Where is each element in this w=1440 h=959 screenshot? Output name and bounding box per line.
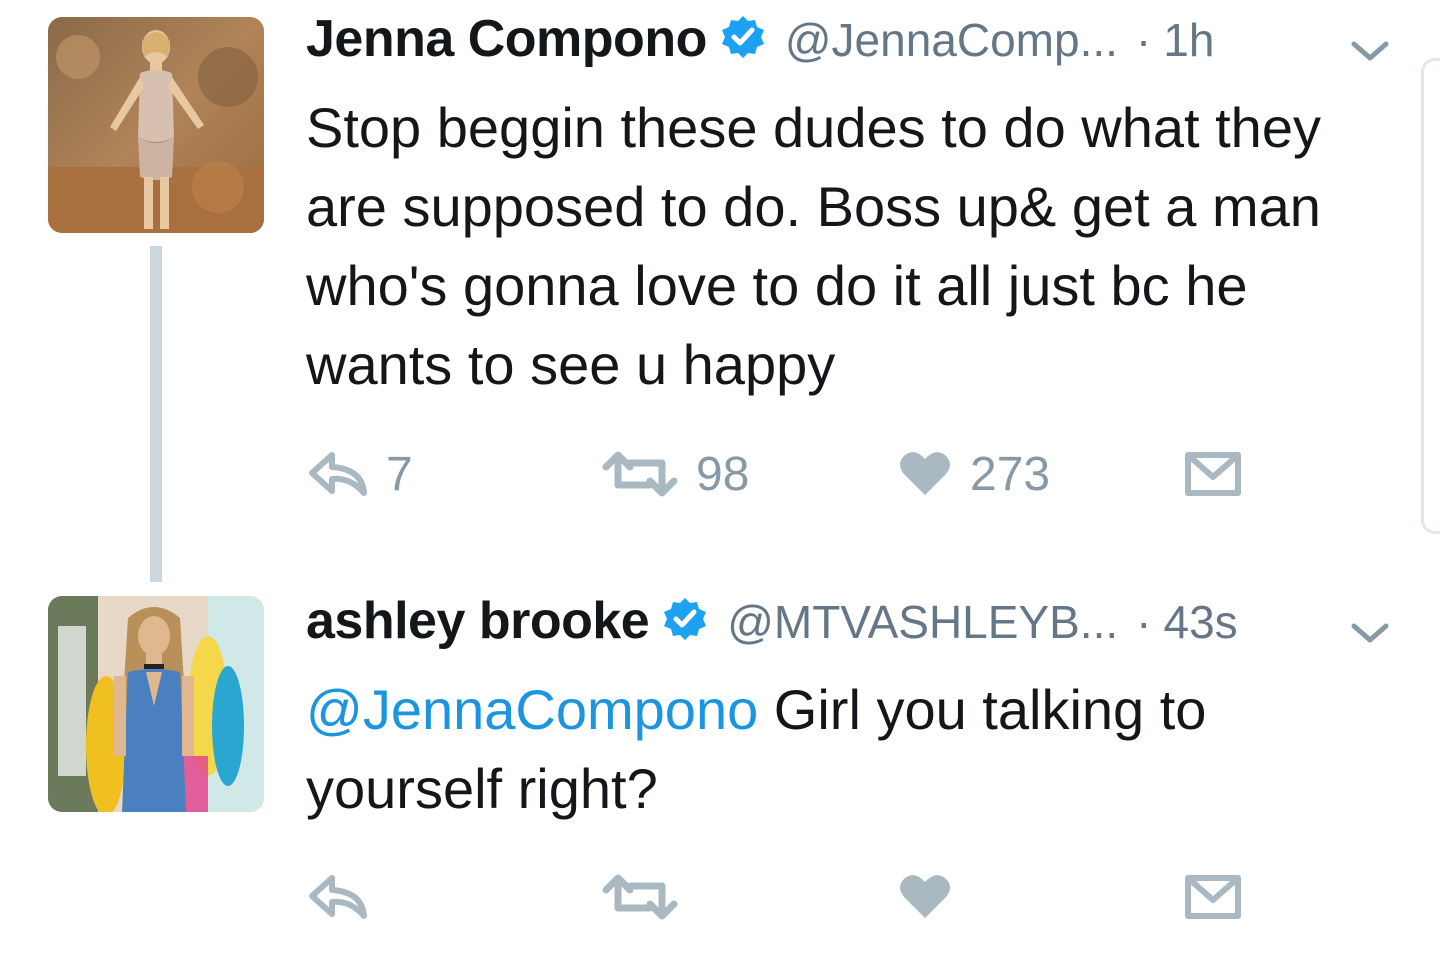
retweet-icon — [602, 874, 678, 920]
envelope-icon — [1185, 875, 1241, 919]
chevron-down-icon[interactable] — [1348, 36, 1392, 66]
tweet-1[interactable]: Jenna Compono @JennaComp... · 1h Stop be… — [0, 0, 1440, 590]
retweet-icon — [602, 451, 678, 497]
avatar-ashley[interactable] — [48, 596, 264, 812]
display-name[interactable]: ashley brooke — [306, 591, 650, 651]
like-button[interactable] — [898, 867, 970, 927]
chevron-down-icon[interactable] — [1348, 618, 1392, 648]
verified-badge-icon — [719, 14, 767, 62]
timestamp[interactable]: 1h — [1163, 13, 1214, 67]
retweet-button[interactable]: 98 — [602, 444, 749, 504]
tweet-actions — [306, 867, 1266, 927]
retweet-button[interactable] — [602, 867, 696, 927]
reply-count: 7 — [386, 447, 413, 501]
tweet-header: ashley brooke @MTVASHLEYB... · 43s — [306, 590, 1238, 650]
reply-button[interactable] — [308, 867, 386, 927]
separator: · — [1136, 596, 1152, 648]
tweet-text: @JennaCompono Girl you talking to yourse… — [306, 670, 1406, 828]
separator: · — [1135, 14, 1152, 66]
avatar-jenna[interactable] — [48, 17, 264, 233]
mention-link[interactable]: @JennaCompono — [306, 678, 758, 741]
tweet-2[interactable]: ashley brooke @MTVASHLEYB... · 43s @Jenn… — [0, 590, 1440, 959]
like-button[interactable]: 273 — [898, 444, 1050, 504]
reply-icon — [309, 452, 367, 496]
timestamp[interactable]: 43s — [1163, 595, 1237, 649]
handle[interactable]: @JennaComp... — [785, 13, 1118, 67]
like-count: 273 — [970, 447, 1051, 501]
verified-badge-icon — [661, 596, 709, 644]
dm-button[interactable] — [1184, 444, 1242, 504]
dm-button[interactable] — [1184, 867, 1242, 927]
retweet-count: 98 — [696, 447, 750, 501]
tweet-header: Jenna Compono @JennaComp... · 1h — [306, 8, 1214, 68]
reply-icon — [309, 875, 367, 919]
tweet-text: Stop beggin these dudes to do what they … — [306, 96, 1321, 396]
display-name[interactable]: Jenna Compono — [306, 9, 707, 69]
heart-icon — [900, 875, 950, 918]
thread-line — [150, 246, 162, 582]
handle[interactable]: @MTVASHLEYB... — [727, 595, 1118, 649]
heart-icon — [900, 452, 950, 495]
envelope-icon — [1185, 452, 1241, 496]
reply-button[interactable]: 7 — [308, 444, 413, 504]
tweet-actions: 7 98 273 — [306, 444, 1266, 504]
